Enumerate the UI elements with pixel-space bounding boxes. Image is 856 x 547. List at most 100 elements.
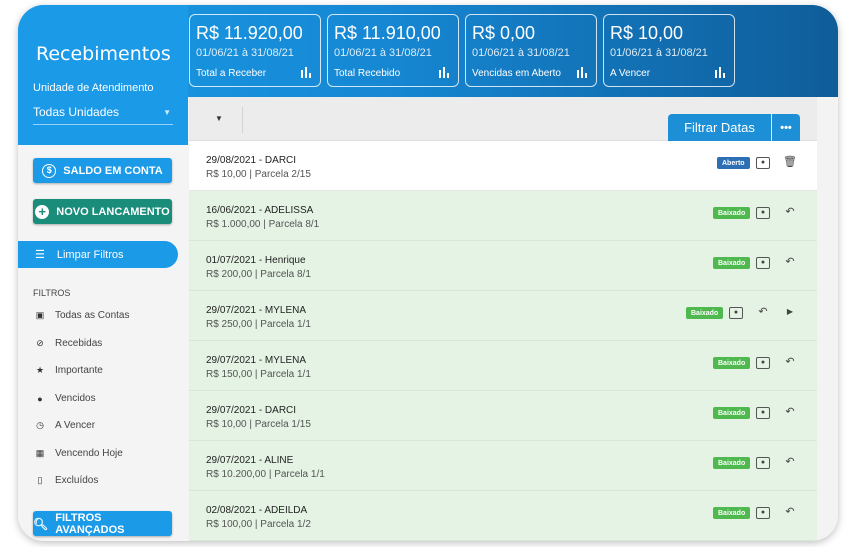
more-icon: •••	[780, 121, 792, 134]
undo-icon[interactable]: ↶	[783, 505, 797, 519]
caret-down-icon: ▼	[215, 114, 223, 123]
dropdown-toggle[interactable]: ▼	[215, 114, 223, 123]
filter-label: Vencidos	[55, 393, 96, 404]
new-entry-button-label: NOVO LANCAMENTO	[56, 205, 170, 218]
filter-all-accounts[interactable]: ▣ Todas as Contas	[33, 310, 130, 321]
undo-icon[interactable]: ↶	[783, 455, 797, 469]
row-subtitle: R$ 1.000,00 | Parcela 8/1	[206, 219, 320, 230]
clear-filters-button[interactable]: ☰ Limpar Filtros	[18, 241, 178, 268]
bar-chart-icon	[576, 67, 588, 78]
sidebar-header: Recebimentos Unidade de Atendimento Toda…	[18, 5, 188, 145]
card-range: 01/06/21 à 31/08/21	[196, 47, 294, 59]
undo-icon[interactable]: ↶	[756, 305, 770, 319]
star-icon: ★	[35, 365, 45, 375]
row-subtitle: R$ 200,00 | Parcela 8/1	[206, 269, 311, 280]
main-panel: ▼ Filtrar Datas ••• 29/08/2021 - DARCI R…	[189, 97, 817, 541]
advanced-filters-label: FILTROS AVANÇADOS	[55, 511, 125, 536]
advanced-filters-button[interactable]: 🔍︎ FILTROS AVANÇADOS	[33, 511, 172, 536]
filter-important[interactable]: ★ Importante	[33, 365, 103, 376]
filter-label: Vencendo Hoje	[55, 448, 123, 459]
card-amount: R$ 0,00	[472, 23, 536, 43]
trash-icon[interactable]: 🗑︎	[783, 155, 797, 169]
undo-icon[interactable]: ↶	[783, 205, 797, 219]
row-subtitle: R$ 10.200,00 | Parcela 1/1	[206, 469, 325, 480]
all-accounts-icon: ▣	[35, 310, 45, 320]
card-range: 01/06/21 à 31/08/21	[472, 47, 570, 59]
view-icon[interactable]: ●	[729, 307, 743, 319]
view-icon[interactable]: ●	[756, 507, 770, 519]
card-total-received[interactable]: R$ 11.910,00 01/06/21 à 31/08/21 Total R…	[327, 14, 459, 87]
row-subtitle: R$ 10,00 | Parcela 2/15	[206, 169, 311, 180]
list-item[interactable]: 02/08/2021 - ADEILDA R$ 100,00 | Parcela…	[189, 491, 817, 541]
card-label: Total a Receber	[196, 68, 267, 79]
trash-icon: ▯	[37, 475, 43, 485]
app-window: Recebimentos Unidade de Atendimento Toda…	[18, 5, 838, 541]
filter-upcoming[interactable]: ◷ A Vencer	[33, 420, 95, 431]
status-badge: Baixado	[713, 207, 751, 219]
card-range: 01/06/21 à 31/08/21	[610, 47, 708, 59]
filter-due-today[interactable]: ▦ Vencendo Hoje	[33, 448, 123, 459]
view-icon[interactable]: ●	[756, 407, 770, 419]
view-icon[interactable]: ●	[756, 357, 770, 369]
filter-deleted[interactable]: ▯ Excluídos	[33, 475, 99, 486]
clock-icon: ◷	[36, 420, 44, 430]
row-title: 29/07/2021 - MYLENA	[206, 355, 307, 366]
undo-icon[interactable]: ↶	[783, 255, 797, 269]
row-title: 16/06/2021 - ADELISSA	[206, 205, 314, 216]
chevron-down-icon: ▼	[163, 108, 171, 117]
calendar-icon: ▦	[35, 448, 45, 458]
bar-chart-icon	[300, 67, 312, 78]
filter-label: Todas as Contas	[55, 310, 130, 321]
search-icon: 🔍︎	[33, 516, 49, 531]
row-title: 29/07/2021 - DARCI	[206, 405, 297, 416]
card-label: A Vencer	[610, 68, 651, 79]
status-badge: Aberto	[717, 157, 750, 169]
filter-label: Recebidas	[55, 338, 103, 349]
unit-select[interactable]: Todas Unidades ▼	[33, 105, 173, 125]
status-badge: Baixado	[686, 307, 724, 319]
card-amount: R$ 11.920,00	[196, 23, 303, 43]
alert-icon: ●	[37, 393, 43, 404]
menu-icon: ☰	[35, 249, 45, 261]
row-title: 29/07/2021 - ALINE	[206, 455, 294, 466]
toolbar-divider	[242, 107, 243, 133]
view-icon[interactable]: ●	[756, 257, 770, 269]
unit-select-value: Todas Unidades	[33, 105, 120, 119]
status-badge: Baixado	[713, 507, 751, 519]
view-icon[interactable]: ●	[756, 457, 770, 469]
filter-overdue[interactable]: ● Vencidos	[33, 393, 96, 404]
chevron-right-icon[interactable]: ▶	[783, 305, 797, 319]
list-item[interactable]: 29/07/2021 - MYLENA R$ 250,00 | Parcela …	[189, 291, 817, 341]
status-badge: Baixado	[713, 257, 751, 269]
filter-dates-button[interactable]: Filtrar Datas	[668, 114, 771, 141]
balance-button-label: SALDO EM CONTA	[63, 164, 163, 177]
toolbar: ▼ Filtrar Datas •••	[189, 97, 817, 141]
card-upcoming[interactable]: R$ 10,00 01/06/21 à 31/08/21 A Vencer	[603, 14, 735, 87]
row-title: 29/08/2021 - DARCI	[206, 155, 297, 166]
row-subtitle: R$ 150,00 | Parcela 1/1	[206, 369, 311, 380]
filter-received[interactable]: ⊘ Recebidas	[33, 338, 102, 349]
new-entry-button[interactable]: + NOVO LANCAMENTO	[33, 199, 172, 224]
list-item[interactable]: 29/07/2021 - ALINE R$ 10.200,00 | Parcel…	[189, 441, 817, 491]
row-title: 01/07/2021 - Henrique	[206, 255, 306, 266]
card-amount: R$ 10,00	[610, 23, 684, 43]
row-subtitle: R$ 100,00 | Parcela 1/2	[206, 519, 311, 530]
more-options-button[interactable]: •••	[772, 114, 800, 141]
status-badge: Baixado	[713, 457, 751, 469]
dollar-icon: $	[42, 163, 57, 178]
list-item[interactable]: 16/06/2021 - ADELISSA R$ 1.000,00 | Parc…	[189, 191, 817, 241]
card-overdue-open[interactable]: R$ 0,00 01/06/21 à 31/08/21 Vencidas em …	[465, 14, 597, 87]
page-title: Recebimentos	[36, 43, 171, 65]
view-icon[interactable]: ●	[756, 157, 770, 169]
list-item[interactable]: 29/07/2021 - DARCI R$ 10,00 | Parcela 1/…	[189, 391, 817, 441]
list-item[interactable]: 29/07/2021 - MYLENA R$ 150,00 | Parcela …	[189, 341, 817, 391]
undo-icon[interactable]: ↶	[783, 405, 797, 419]
row-title: 29/07/2021 - MYLENA	[206, 305, 307, 316]
undo-icon[interactable]: ↶	[783, 355, 797, 369]
card-total-receivable[interactable]: R$ 11.920,00 01/06/21 à 31/08/21 Total a…	[189, 14, 321, 87]
list-item[interactable]: 29/08/2021 - DARCI R$ 10,00 | Parcela 2/…	[189, 141, 817, 191]
view-icon[interactable]: ●	[756, 207, 770, 219]
balance-button[interactable]: $ SALDO EM CONTA	[33, 158, 172, 183]
plus-icon: +	[35, 204, 50, 219]
list-item[interactable]: 01/07/2021 - Henrique R$ 200,00 | Parcel…	[189, 241, 817, 291]
